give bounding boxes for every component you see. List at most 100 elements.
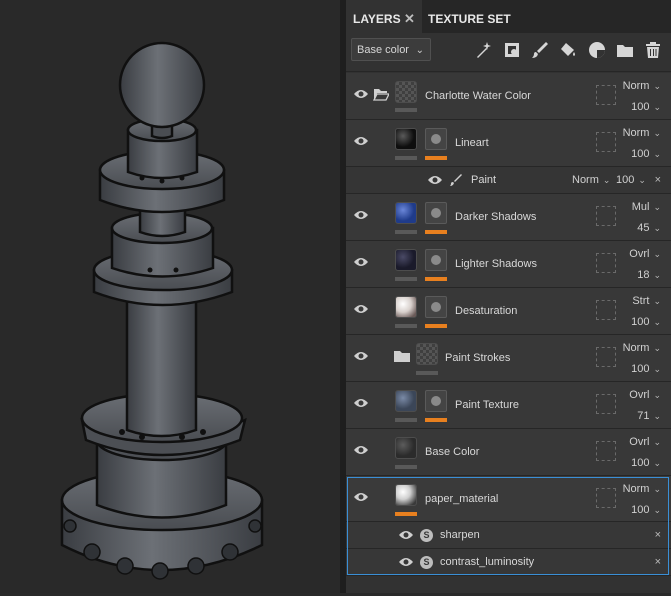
opacity-field[interactable]: 100 ⌄ <box>631 148 661 160</box>
tab-texture-set-settings[interactable]: TEXTURE SET SETTINGS <box>428 0 568 64</box>
eye-icon[interactable] <box>398 556 414 568</box>
blend-mode-select[interactable]: Norm ⌄ <box>572 174 610 186</box>
blend-mode-select[interactable]: Strt ⌄ <box>632 295 661 307</box>
eye-icon[interactable] <box>427 174 443 186</box>
opacity-field[interactable]: 100 ⌄ <box>631 457 661 469</box>
blend-mode-select[interactable]: Mul ⌄ <box>632 201 661 213</box>
tab-layers[interactable]: LAYERS ✕ <box>346 0 422 33</box>
blend-mode-value: Ovrl <box>629 248 650 260</box>
effect-row-contrast-luminosity[interactable]: S contrast_luminosity × <box>346 549 671 576</box>
opacity-mask-slot[interactable] <box>596 441 616 461</box>
eye-icon[interactable] <box>398 529 414 541</box>
delete-sublayer-button[interactable]: × <box>655 174 661 186</box>
folder-open-icon[interactable] <box>372 87 391 101</box>
opacity-mask-slot[interactable] <box>596 488 616 508</box>
3d-viewport[interactable] <box>0 0 340 593</box>
blend-mode-select[interactable]: Ovrl ⌄ <box>629 389 661 401</box>
blend-mode-select[interactable]: Ovrl ⌄ <box>629 248 661 260</box>
mask-bar <box>425 324 447 328</box>
chevron-down-icon: ⌄ <box>653 411 661 421</box>
layer-row-paint-texture[interactable]: Paint Texture Ovrl ⌄ 71 ⌄ <box>346 382 671 429</box>
eye-icon[interactable] <box>353 209 369 221</box>
opacity-field[interactable]: 100 ⌄ <box>631 316 661 328</box>
opacity-field[interactable]: 100 ⌄ <box>631 363 661 375</box>
layer-row-darker-shadows[interactable]: Darker Shadows Mul ⌄ 45 ⌄ <box>346 194 671 241</box>
smart-mask-icon[interactable] <box>503 41 521 59</box>
chevron-down-icon: ⌄ <box>638 175 646 185</box>
chevron-down-icon: ⌄ <box>653 484 661 494</box>
layer-row-charlotte-water-color[interactable]: Charlotte Water Color Norm ⌄ 100 ⌄ <box>346 73 671 120</box>
layer-name: Paint Strokes <box>445 352 511 364</box>
opacity-mask-slot[interactable] <box>596 394 616 414</box>
paint-sublayer-row[interactable]: Paint Norm ⌄ 100 ⌄ × <box>346 167 671 194</box>
magic-wand-icon[interactable] <box>475 41 493 59</box>
eye-icon[interactable] <box>353 135 369 147</box>
eye-icon[interactable] <box>353 303 369 315</box>
blend-mode-select[interactable]: Norm ⌄ <box>623 127 661 139</box>
chevron-down-icon: ⌄ <box>653 270 661 280</box>
effect-name: contrast_luminosity <box>440 556 535 568</box>
blend-mode-select[interactable]: Norm ⌄ <box>623 483 661 495</box>
opacity-mask-slot[interactable] <box>596 85 616 105</box>
folder-icon[interactable] <box>616 41 634 59</box>
opacity-mask-slot[interactable] <box>596 132 616 152</box>
opacity-mask-slot[interactable] <box>596 347 616 367</box>
blend-mode-value: Norm <box>622 127 650 139</box>
thumbnail-bar <box>395 230 417 234</box>
layer-mask-thumbnail[interactable] <box>425 202 447 224</box>
blend-mode-value: Ovrl <box>629 389 650 401</box>
layer-thumbnail <box>395 249 417 271</box>
opacity-field[interactable]: 45 ⌄ <box>637 222 661 234</box>
opacity-field[interactable]: 100 ⌄ <box>631 504 661 516</box>
eye-icon[interactable] <box>353 350 369 362</box>
blend-mode-select[interactable]: Ovrl ⌄ <box>629 436 661 448</box>
layer-row-paper-material[interactable]: paper_material Norm ⌄ 100 ⌄ <box>346 476 671 522</box>
eye-icon[interactable] <box>353 88 369 100</box>
layer-mask-thumbnail[interactable] <box>425 249 447 271</box>
layer-name: Paint Texture <box>455 399 520 411</box>
opacity-mask-slot[interactable] <box>596 300 616 320</box>
eye-icon[interactable] <box>353 444 369 456</box>
blend-mode-select[interactable]: Norm ⌄ <box>623 342 661 354</box>
layer-thumbnail <box>395 202 417 224</box>
opacity-field[interactable]: 100 ⌄ <box>616 174 646 186</box>
thumbnail-bar <box>395 418 417 422</box>
layer-mask-thumbnail[interactable] <box>425 390 447 412</box>
channel-select[interactable]: Base color ⌄ <box>351 38 431 61</box>
opacity-field[interactable]: 100 ⌄ <box>631 101 661 113</box>
opacity-value: 100 <box>631 316 650 328</box>
chevron-down-icon: ⌄ <box>415 45 424 56</box>
eye-icon[interactable] <box>353 491 369 503</box>
opacity-field[interactable]: 71 ⌄ <box>637 410 661 422</box>
delete-effect-button[interactable]: × <box>655 556 661 568</box>
chevron-down-icon: ⌄ <box>602 175 611 185</box>
layer-row-paint-strokes[interactable]: Paint Strokes Norm ⌄ 100 ⌄ <box>346 335 671 382</box>
layer-row-base-color[interactable]: Base Color Ovrl ⌄ 100 ⌄ <box>346 429 671 476</box>
folder-icon[interactable] <box>394 349 410 363</box>
chevron-down-icon: ⌄ <box>653 364 661 374</box>
opacity-mask-slot[interactable] <box>596 206 616 226</box>
effect-row-sharpen[interactable]: S sharpen × <box>346 522 671 549</box>
effects-icon[interactable] <box>588 41 606 59</box>
opacity-value: 45 <box>637 222 650 234</box>
chevron-down-icon: ⌄ <box>653 128 661 138</box>
layer-mask-thumbnail[interactable] <box>425 296 447 318</box>
layer-row-lineart[interactable]: Lineart Norm ⌄ 100 ⌄ <box>346 120 671 167</box>
opacity-value: 100 <box>631 363 650 375</box>
layer-row-lighter-shadows[interactable]: Lighter Shadows Ovrl ⌄ 18 ⌄ <box>346 241 671 288</box>
opacity-mask-slot[interactable] <box>596 253 616 273</box>
fill-bucket-icon[interactable] <box>559 41 577 59</box>
eye-icon[interactable] <box>353 256 369 268</box>
layer-name: Lighter Shadows <box>455 258 537 270</box>
paint-brush-icon[interactable] <box>531 41 549 59</box>
opacity-field[interactable]: 18 ⌄ <box>637 269 661 281</box>
eye-icon[interactable] <box>353 397 369 409</box>
chevron-down-icon: ⌄ <box>653 102 661 112</box>
layer-name: Darker Shadows <box>455 211 537 223</box>
blend-mode-select[interactable]: Norm ⌄ <box>623 80 661 92</box>
delete-effect-button[interactable]: × <box>655 529 661 541</box>
opacity-value: 100 <box>631 504 650 516</box>
layer-mask-thumbnail[interactable] <box>425 128 447 150</box>
layer-row-desaturation[interactable]: Desaturation Strt ⌄ 100 ⌄ <box>346 288 671 335</box>
trash-icon[interactable] <box>644 41 662 59</box>
